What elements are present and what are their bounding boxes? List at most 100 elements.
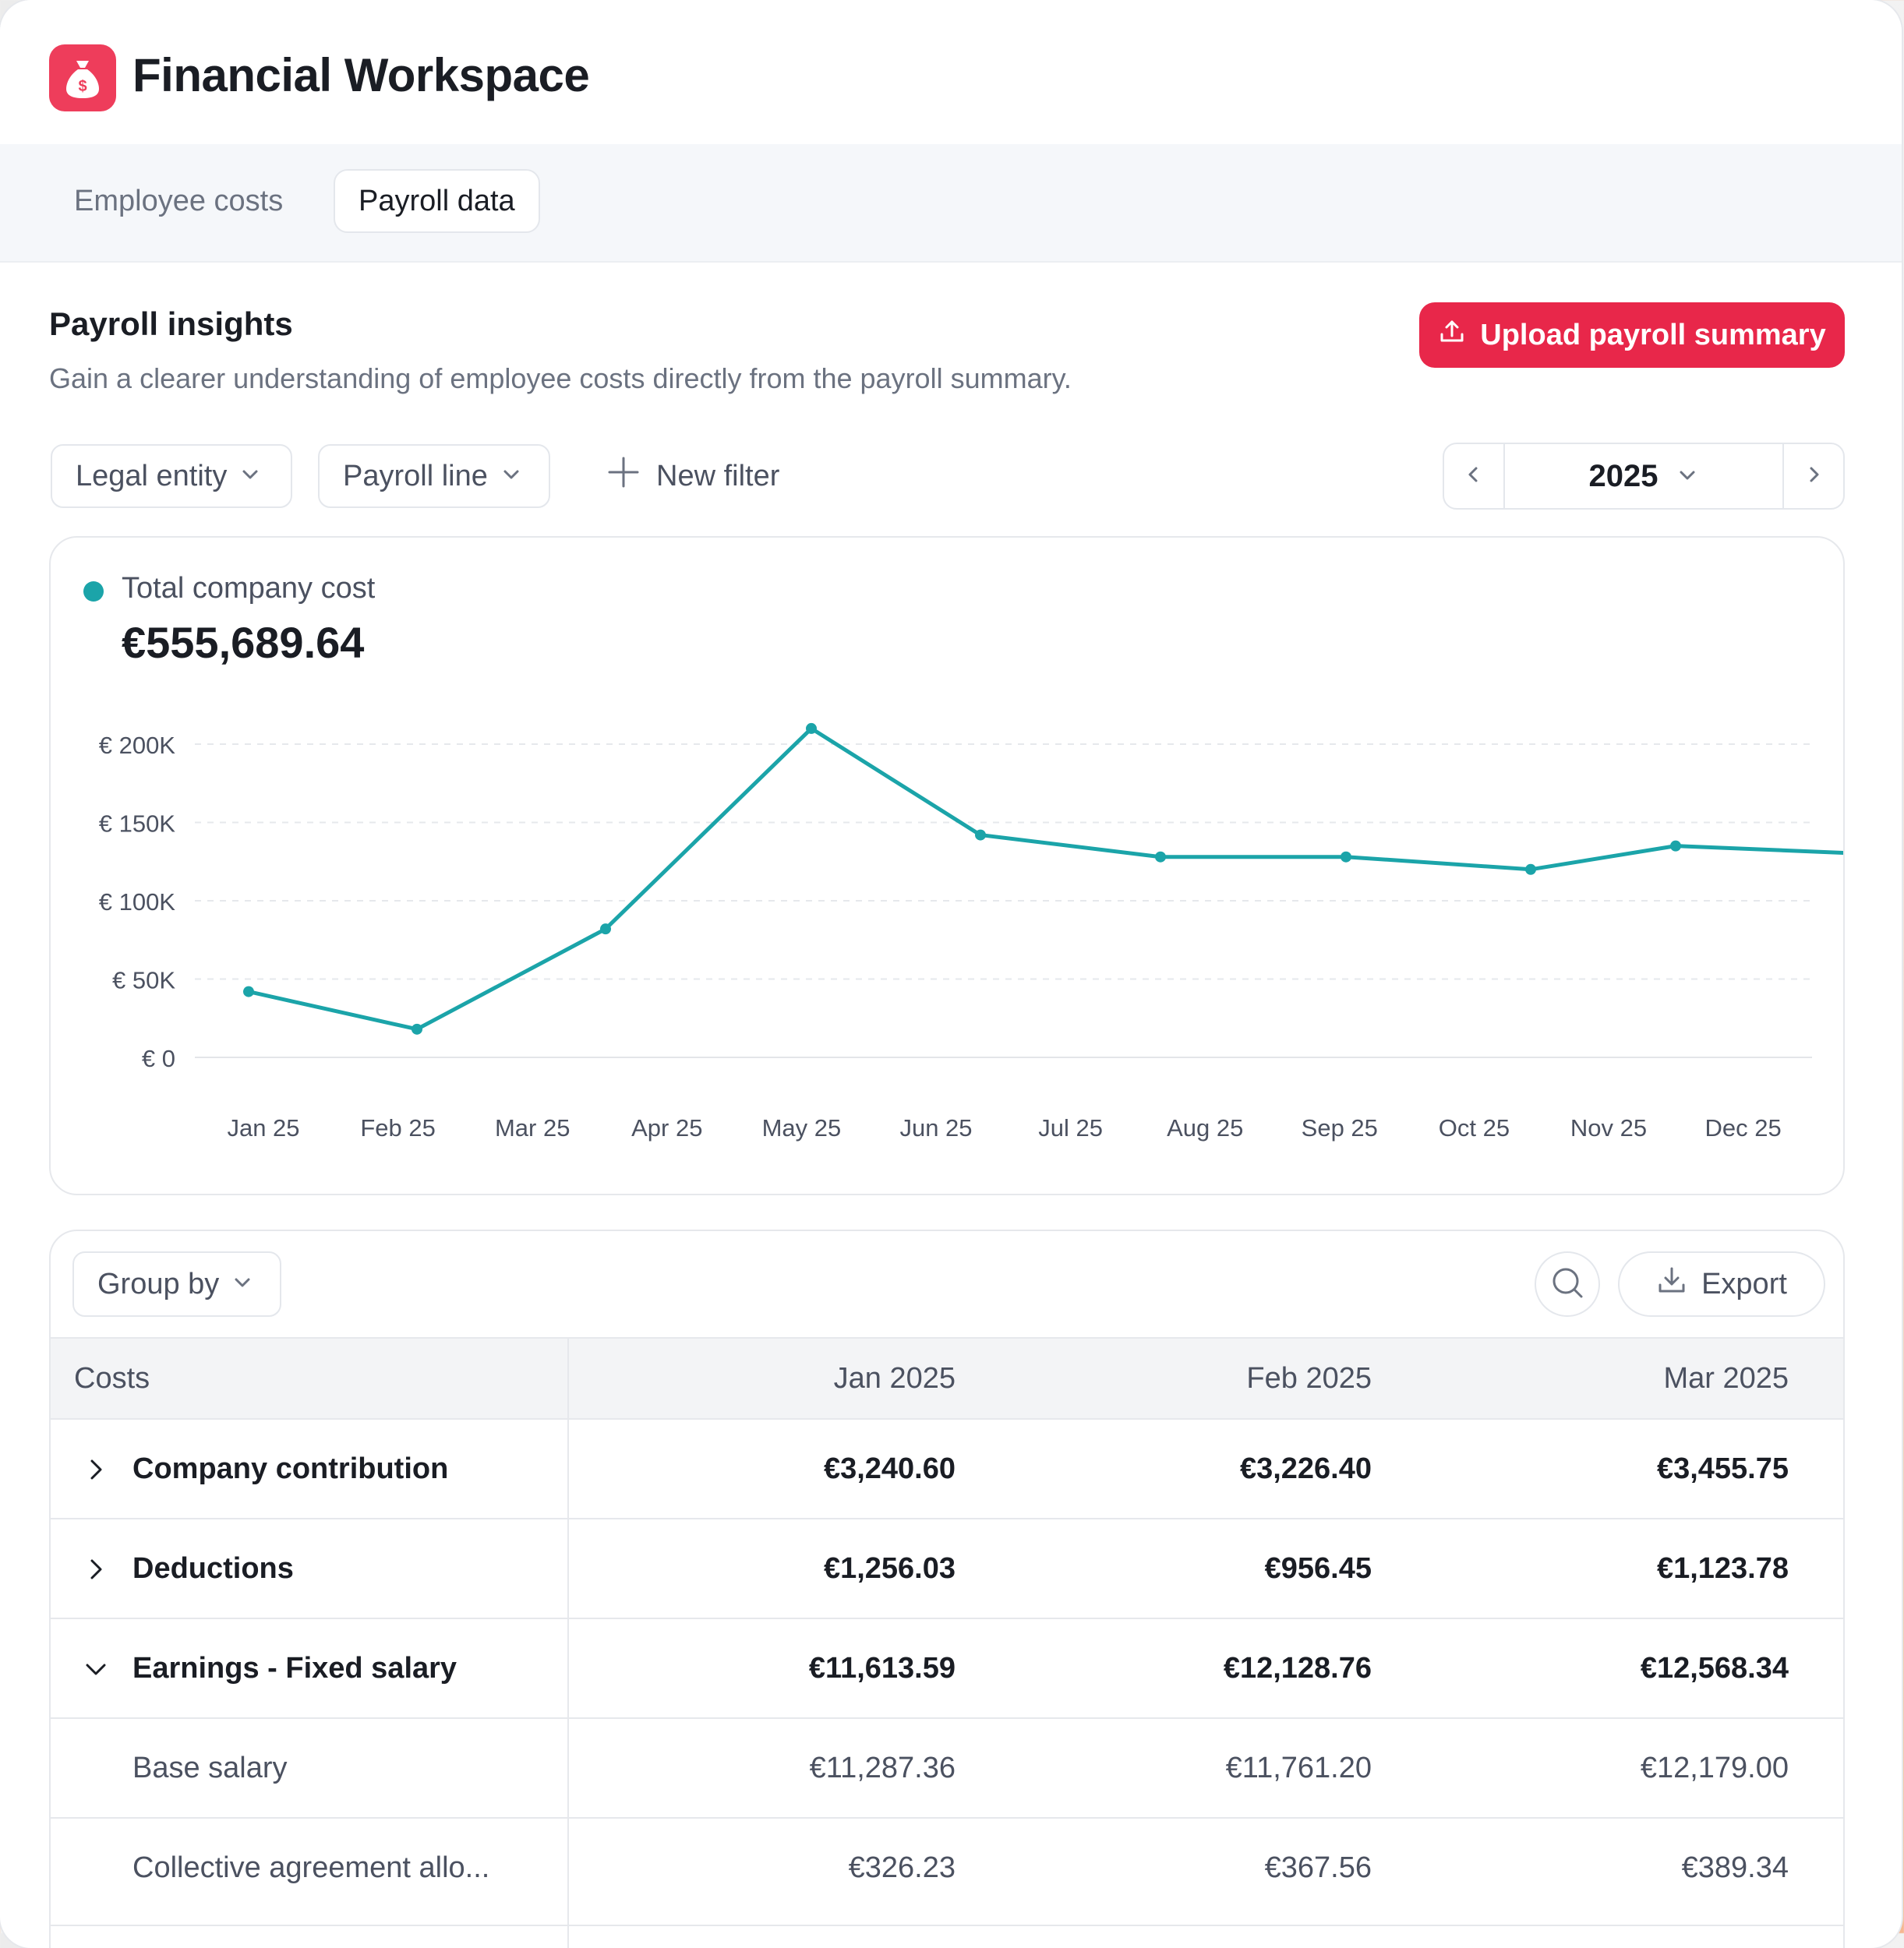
export-button[interactable]: Export — [1618, 1251, 1825, 1317]
cell-jan: €3,240.60 — [823, 1452, 956, 1485]
row-label: Company contribution — [132, 1452, 449, 1485]
cell-feb: €3,226.40 — [1239, 1452, 1372, 1485]
next-year-button[interactable] — [1782, 444, 1843, 508]
app-title: Financial Workspace — [132, 49, 590, 101]
row-label: Deductions — [132, 1552, 294, 1585]
x-tick-label: May 25 — [762, 1114, 842, 1142]
data-point — [1155, 851, 1166, 863]
y-tick-label: € 0 — [142, 1045, 175, 1072]
cell-mar: €389.34 — [1681, 1851, 1789, 1884]
x-tick-label: Aug 25 — [1167, 1114, 1243, 1142]
column-header-feb: Feb 2025 — [1246, 1362, 1372, 1395]
x-tick-label: Sep 25 — [1302, 1114, 1378, 1142]
section-title: Payroll insights — [49, 305, 293, 342]
cell-mar: €3,455.75 — [1656, 1452, 1789, 1485]
year-select[interactable]: 2025 — [1505, 444, 1782, 508]
y-tick-label: € 50K — [112, 967, 175, 994]
legend-dot — [83, 581, 104, 602]
data-point — [1670, 840, 1681, 852]
tab-employee-costs[interactable]: Employee costs — [51, 169, 306, 233]
year-navigator: 2025 — [1443, 443, 1845, 510]
x-tick-label: Oct 25 — [1439, 1114, 1510, 1142]
chevron-down-icon — [1676, 459, 1698, 494]
app-window: $ Financial Workspace Employee costs Pay… — [0, 0, 1902, 1948]
x-tick-label: Dec 25 — [1704, 1114, 1781, 1142]
cost-table-card: Group by Export Costs Jan 2025 Feb 2025 … — [49, 1230, 1845, 1948]
app-header: $ Financial Workspace — [0, 0, 1902, 144]
tab-payroll-data[interactable]: Payroll data — [334, 169, 540, 233]
data-point — [806, 722, 817, 734]
chevron-right-icon — [1803, 464, 1825, 489]
export-label: Export — [1701, 1267, 1787, 1300]
row-label: Earnings - Fixed salary — [132, 1652, 457, 1685]
new-filter-label: New filter — [656, 459, 780, 492]
group-by-dropdown[interactable]: Group by — [72, 1251, 281, 1317]
chevron-left-icon — [1463, 464, 1485, 489]
legal-entity-label: Legal entity — [76, 459, 228, 492]
download-icon — [1656, 1265, 1687, 1304]
data-point — [1525, 863, 1536, 875]
group-by-label: Group by — [97, 1267, 220, 1300]
upload-button-label: Upload payroll summary — [1480, 318, 1826, 351]
svg-text:$: $ — [78, 78, 87, 95]
table-row-earnings-fixed-salary[interactable]: Earnings - Fixed salary €11,613.59 €12,1… — [51, 1619, 1843, 1719]
search-button[interactable] — [1535, 1251, 1600, 1317]
data-point — [412, 1023, 422, 1035]
chevron-down-icon — [239, 460, 261, 493]
table-header: Costs Jan 2025 Feb 2025 Mar 2025 — [51, 1337, 1843, 1420]
chevron-down-icon — [500, 460, 522, 493]
x-tick-label: Jul 25 — [1038, 1114, 1103, 1142]
total-company-cost-value: €555,689.64 — [122, 618, 365, 667]
legal-entity-filter[interactable]: Legal entity — [51, 444, 292, 508]
data-point — [1341, 851, 1351, 863]
cell-mar: €1,123.78 — [1656, 1552, 1789, 1585]
payroll-line-filter[interactable]: Payroll line — [318, 444, 550, 508]
x-tick-label: Jun 25 — [899, 1114, 972, 1142]
cell-jan: €1,256.03 — [823, 1552, 956, 1585]
chevron-right-icon[interactable] — [80, 1454, 111, 1485]
cell-feb: €956.45 — [1264, 1552, 1372, 1585]
search-icon — [1549, 1264, 1586, 1305]
table-row-base-salary[interactable]: Base salary €11,287.36 €11,761.20 €12,17… — [51, 1719, 1843, 1819]
cell-mar: €12,179.00 — [1640, 1752, 1789, 1784]
cell-jan: €326.23 — [848, 1851, 956, 1884]
chevron-right-icon[interactable] — [80, 1554, 111, 1585]
year-value: 2025 — [1588, 458, 1658, 493]
x-tick-label: Mar 25 — [495, 1114, 570, 1142]
chevron-down-icon — [231, 1268, 253, 1301]
cell-feb: €11,761.20 — [1225, 1752, 1372, 1784]
new-filter-button[interactable]: New filter — [606, 444, 779, 508]
section-subtitle: Gain a clearer understanding of employee… — [49, 362, 1072, 394]
column-header-mar: Mar 2025 — [1663, 1362, 1789, 1395]
upload-icon — [1438, 317, 1466, 353]
plus-icon — [606, 455, 641, 497]
y-tick-label: € 100K — [99, 888, 176, 916]
table-row-collective-agreement[interactable]: Collective agreement allo... €326.23 €36… — [51, 1819, 1843, 1926]
data-point — [243, 986, 254, 997]
cell-mar: €12,568.34 — [1640, 1652, 1789, 1685]
row-label: Base salary — [132, 1752, 288, 1784]
chart-card: € 0 € 50K € 100K € 150K € 200K Jan 25 Feb 25 Ma… — [49, 536, 1845, 1195]
upload-payroll-summary-button[interactable]: Upload payroll summary — [1419, 302, 1845, 368]
x-tick-label: Feb 25 — [360, 1114, 436, 1142]
x-tick-label: Apr 25 — [631, 1114, 702, 1142]
money-bag-logo-icon: $ — [49, 44, 116, 111]
cell-feb: €367.56 — [1264, 1851, 1372, 1884]
column-divider — [567, 1337, 569, 1948]
table-row-deductions[interactable]: Deductions €1,256.03 €956.45 €1,123.78 — [51, 1519, 1843, 1619]
table-row-company-contribution[interactable]: Company contribution €3,240.60 €3,226.40… — [51, 1420, 1843, 1519]
column-header-costs: Costs — [74, 1362, 150, 1395]
payroll-line-label: Payroll line — [343, 459, 488, 492]
cell-jan: €11,287.36 — [809, 1752, 956, 1784]
series-line — [248, 726, 1843, 1032]
x-tick-label: Jan 25 — [227, 1114, 299, 1142]
data-point — [975, 829, 986, 841]
cell-feb: €12,128.76 — [1223, 1652, 1372, 1685]
tab-bar: Employee costs Payroll data — [0, 144, 1902, 263]
cell-jan: €11,613.59 — [808, 1652, 956, 1685]
previous-year-button[interactable] — [1444, 444, 1505, 508]
y-tick-label: € 150K — [99, 810, 176, 838]
column-header-jan: Jan 2025 — [833, 1362, 956, 1395]
chevron-down-icon[interactable] — [80, 1653, 111, 1685]
legend-label: Total company cost — [122, 572, 376, 605]
